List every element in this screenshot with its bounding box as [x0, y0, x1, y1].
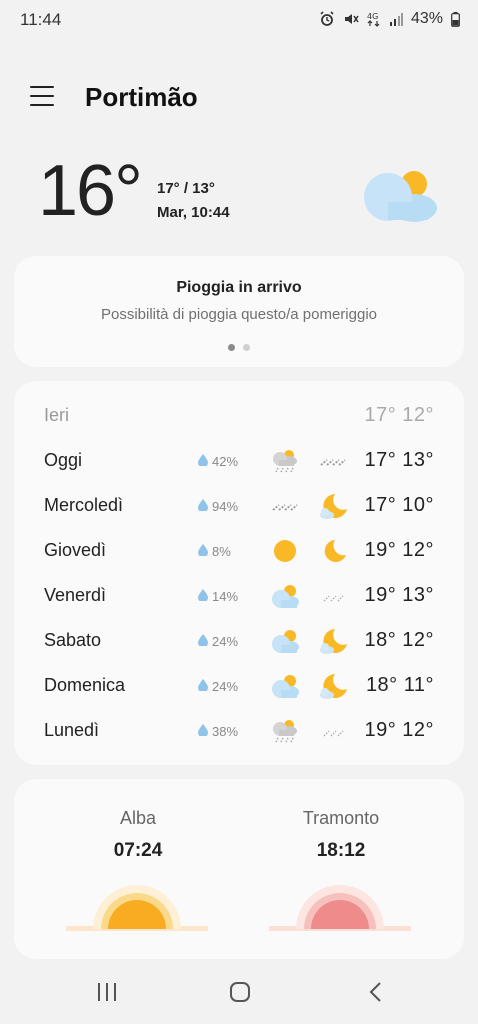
- battery-icon: [451, 11, 460, 27]
- sunset-time: 18:12: [316, 840, 366, 861]
- forecast-row-yesterday: Ieri 17° 12°: [14, 401, 464, 431]
- sun-icon: [270, 537, 300, 565]
- rain-percent: 14%: [212, 589, 239, 604]
- forecast-day: Domenica: [44, 675, 126, 695]
- forecast-row[interactable]: Sabato 24% 18° 12°: [14, 626, 464, 656]
- navigation-bar: [0, 966, 478, 1024]
- recent-apps-icon[interactable]: [95, 980, 119, 1009]
- rain-probability: 38%: [198, 724, 238, 739]
- rain-percent: 42%: [212, 454, 239, 469]
- high-low-temperature: 17° / 13°: [157, 180, 215, 197]
- rain-percent: 38%: [212, 724, 239, 739]
- light-rain-icon: [318, 582, 348, 610]
- forecast-row[interactable]: Oggi 42% 17° 13°: [14, 446, 464, 476]
- cloud-sun-rain-icon: [270, 717, 300, 745]
- battery-percent: 43%: [410, 10, 443, 27]
- alert-subtitle: Possibilità di pioggia questo/a pomerigg…: [100, 306, 377, 323]
- rain-icon: [270, 492, 300, 520]
- rain-percent: 24%: [212, 634, 239, 649]
- raindrop-icon: [198, 454, 208, 469]
- forecast-temps: 17° 10°: [364, 494, 434, 516]
- forecast-temps: 19° 12°: [364, 719, 434, 741]
- cloud-sun-icon: [270, 627, 300, 655]
- cloud-moon-icon: [318, 627, 348, 655]
- status-time: 11:44: [20, 10, 62, 29]
- cloud-moon-icon: [318, 672, 348, 700]
- forecast-row[interactable]: Domenica 24% 18° 11°: [14, 671, 464, 701]
- network-4g-icon: 4G: [367, 11, 381, 27]
- sunrise-time: 07:24: [113, 840, 163, 861]
- mute-icon: [343, 11, 359, 27]
- forecast-day: Ieri: [44, 405, 70, 425]
- rain-probability: 42%: [198, 454, 238, 469]
- forecast-temps: 17° 13°: [364, 449, 434, 471]
- raindrop-icon: [198, 634, 208, 649]
- page-dot: [243, 344, 250, 351]
- forecast-row[interactable]: Lunedì 38% 19° 12°: [14, 716, 464, 746]
- sunset-icon: [269, 883, 411, 938]
- rain-probability: 24%: [198, 634, 238, 649]
- cloud-sun-rain-icon: [270, 447, 300, 475]
- rain-probability: 24%: [198, 679, 238, 694]
- observation-datetime: Mar, 10:44: [157, 204, 230, 221]
- menu-icon[interactable]: [30, 86, 54, 108]
- header: Portimão: [0, 78, 478, 118]
- forecast-row[interactable]: Mercoledì 94% 17° 10°: [14, 491, 464, 521]
- signal-icon: [389, 12, 403, 26]
- rain-percent: 24%: [212, 679, 239, 694]
- forecast-day: Oggi: [44, 450, 83, 470]
- sunrise-icon: [66, 883, 208, 938]
- cloud-sun-icon: [270, 672, 300, 700]
- page-dot-active: [228, 344, 235, 351]
- forecast-temps: 19° 13°: [364, 584, 434, 606]
- raindrop-icon: [198, 499, 208, 514]
- forecast-day: Sabato: [44, 630, 102, 650]
- light-rain-icon: [318, 717, 348, 745]
- page-indicator: [14, 344, 464, 351]
- city-title[interactable]: Portimão: [85, 82, 198, 113]
- rain-percent: 8%: [212, 544, 231, 559]
- alert-title: Pioggia in arrivo: [176, 279, 302, 296]
- daily-forecast-card[interactable]: Ieri 17° 12° Oggi 42% 17° 13° Mercoledì 94% 1…: [14, 381, 464, 765]
- forecast-day: Lunedì: [44, 720, 100, 740]
- forecast-day: Mercoledì: [44, 495, 124, 515]
- rain-probability: 8%: [198, 544, 231, 559]
- rain-percent: 94%: [212, 499, 239, 514]
- raindrop-icon: [198, 544, 208, 559]
- alarm-icon: [319, 11, 335, 27]
- forecast-row[interactable]: Venerdì 14% 19° 13°: [14, 581, 464, 611]
- forecast-temps: 18° 12°: [364, 629, 434, 651]
- current-weather[interactable]: 16° 17° / 13° Mar, 10:44: [0, 150, 478, 240]
- forecast-day: Giovedì: [44, 540, 107, 560]
- forecast-temps: 18° 11°: [365, 674, 434, 696]
- svg-text:4G: 4G: [367, 12, 378, 21]
- cloud-moon-icon: [318, 492, 348, 520]
- forecast-temps: 17° 12°: [364, 404, 434, 426]
- status-bar: 11:44 4G 43%: [0, 0, 478, 40]
- sunset-label: Tramonto: [302, 808, 380, 828]
- rain-probability: 14%: [198, 589, 238, 604]
- home-icon[interactable]: [228, 980, 252, 1009]
- rain-probability: 94%: [198, 499, 238, 514]
- rain-icon: [318, 447, 348, 475]
- current-temperature: 16°: [38, 151, 143, 231]
- back-icon[interactable]: [364, 980, 388, 1009]
- raindrop-icon: [198, 679, 208, 694]
- raindrop-icon: [198, 724, 208, 739]
- status-icons: 4G 43%: [319, 10, 460, 28]
- moon-icon: [318, 537, 348, 565]
- forecast-row[interactable]: Giovedì 8% 19° 12°: [14, 536, 464, 566]
- rain-alert-card[interactable]: Pioggia in arrivo Possibilità di pioggia…: [14, 256, 464, 367]
- partly-cloudy-icon: [362, 170, 440, 231]
- cloud-sun-icon: [270, 582, 300, 610]
- sunrise-label: Alba: [119, 808, 157, 828]
- sunrise-sunset-card[interactable]: Alba 07:24 Tramonto 18:12: [14, 779, 464, 959]
- raindrop-icon: [198, 589, 208, 604]
- forecast-day: Venerdì: [44, 585, 107, 605]
- forecast-temps: 19° 12°: [364, 539, 434, 561]
